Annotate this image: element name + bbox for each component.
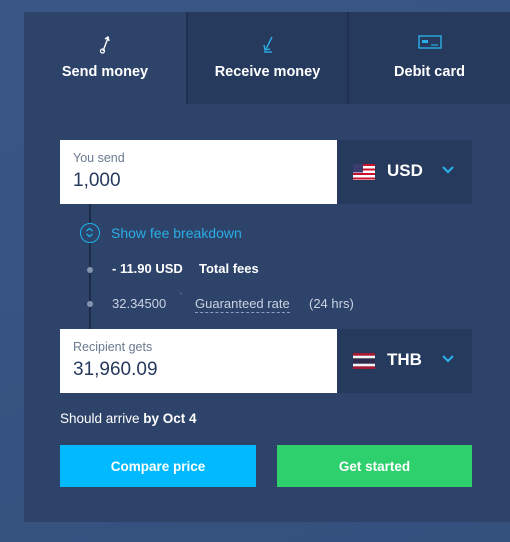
- fee-breakdown-toggle-icon[interactable]: [80, 223, 100, 243]
- rate-dot: [87, 301, 93, 307]
- arrival-estimate: Should arrive by Oct 4: [60, 411, 197, 426]
- send-amount-value[interactable]: 1,000: [73, 170, 337, 192]
- get-started-button[interactable]: Get started: [277, 445, 472, 487]
- us-flag-icon: [353, 164, 375, 180]
- receive-amount-label: Recipient gets: [73, 340, 153, 354]
- send-currency-code: USD: [387, 161, 423, 180]
- send-amount-label: You send: [73, 151, 125, 165]
- guaranteed-rate-duration: (24 hrs): [309, 296, 354, 311]
- send-row: You send 1,000 USD: [60, 140, 472, 204]
- fee-dot: [87, 267, 93, 273]
- arrival-prefix: Should arrive: [60, 411, 144, 426]
- guaranteed-rate-link[interactable]: Guaranteed rate: [195, 296, 290, 313]
- compare-price-button[interactable]: Compare price: [60, 445, 256, 487]
- send-arrow-icon: [24, 34, 186, 54]
- fee-breakdown-link[interactable]: Show fee breakdown: [111, 225, 242, 241]
- exchange-rate-value: 32.34500: [112, 296, 167, 311]
- tab-receive-money-label: Receive money: [214, 64, 321, 80]
- total-fees-amount: - 11.90 USD: [112, 261, 183, 276]
- tab-debit-card[interactable]: Debit card: [347, 12, 510, 104]
- money-transfer-widget: Send money Receive money Debit card You …: [24, 12, 510, 522]
- tab-receive-money[interactable]: Receive money: [186, 12, 347, 104]
- th-flag-icon: [353, 353, 375, 369]
- tab-debit-card-label: Debit card: [394, 64, 465, 80]
- total-fees-label: Total fees: [199, 261, 259, 276]
- receive-amount-field[interactable]: Recipient gets 31,960.09: [60, 329, 337, 393]
- receive-arrow-icon: [188, 34, 347, 54]
- receive-amount-value[interactable]: 31,960.09: [73, 359, 337, 381]
- tab-send-money-label: Send money: [61, 64, 149, 80]
- arrival-date: by Oct 4: [143, 411, 197, 426]
- receive-currency-select[interactable]: THB: [337, 329, 472, 393]
- send-amount-field[interactable]: You send 1,000: [60, 140, 337, 204]
- tab-send-money[interactable]: Send money: [24, 12, 186, 104]
- send-currency-select[interactable]: USD: [337, 140, 472, 204]
- receive-row: Recipient gets 31,960.09 THB: [60, 329, 472, 393]
- receive-currency-code: THB: [387, 350, 422, 369]
- chevron-down-icon: [441, 351, 455, 369]
- chevron-down-icon: [441, 162, 455, 180]
- tab-bar: Send money Receive money Debit card: [24, 12, 510, 104]
- rate-marker: ': [180, 291, 182, 301]
- card-icon: [349, 34, 510, 54]
